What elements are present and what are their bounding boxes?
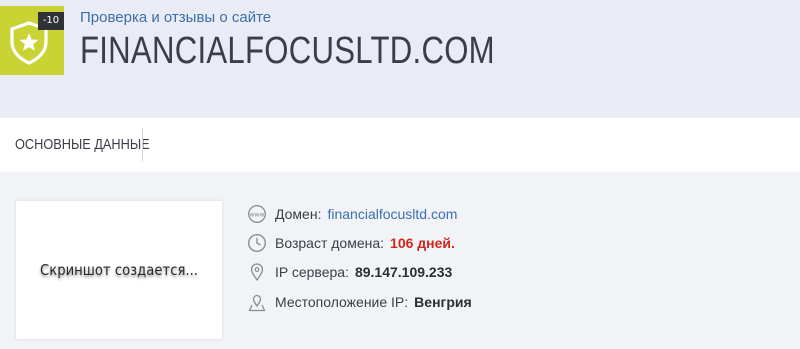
- site-screenshot-placeholder: Скриншот создается...: [16, 201, 222, 339]
- domain-age-value: 106 дней.: [390, 235, 455, 251]
- site-header: -10 Проверка и отзывы о сайте FINANCIALF…: [0, 0, 800, 118]
- domain-age-row: Возраст домена: 106 дней.: [247, 232, 455, 254]
- www-icon: www: [247, 204, 267, 224]
- screenshot-status-text: Скриншот создается...: [40, 261, 198, 279]
- domain-link[interactable]: financialfocusltd.com: [327, 206, 457, 222]
- rating-score: -10: [38, 12, 64, 30]
- page-subtitle: Проверка и отзывы о сайте: [80, 9, 272, 26]
- clock-icon: [247, 233, 267, 253]
- server-ip-row: IP сервера: 89.147.109.233: [247, 261, 452, 283]
- tab-divider: [142, 128, 143, 161]
- server-ip-value: 89.147.109.233: [354, 264, 453, 280]
- page-title: FINANCIALFOCUSLTD.COM: [80, 30, 495, 72]
- domain-row: www Домен: financialfocusltd.com: [247, 203, 457, 225]
- tab-main-data[interactable]: ОСНОВНЫЕ ДАННЫЕ: [15, 118, 150, 172]
- ip-location-row: Местоположение IP: Венгрия: [247, 291, 472, 313]
- domain-label: Домен:: [275, 206, 322, 222]
- server-ip-label: IP сервера:: [275, 264, 349, 280]
- map-pin-icon: [247, 292, 267, 312]
- rating-badge: -10: [0, 6, 64, 75]
- tab-bar: ОСНОВНЫЕ ДАННЫЕ: [0, 118, 800, 172]
- domain-age-label: Возраст домена:: [275, 235, 385, 251]
- ip-location-label: Местоположение IP:: [275, 294, 409, 310]
- location-pin-icon: [247, 262, 267, 282]
- ip-location-value: Венгрия: [414, 294, 472, 310]
- svg-text:www: www: [250, 212, 265, 219]
